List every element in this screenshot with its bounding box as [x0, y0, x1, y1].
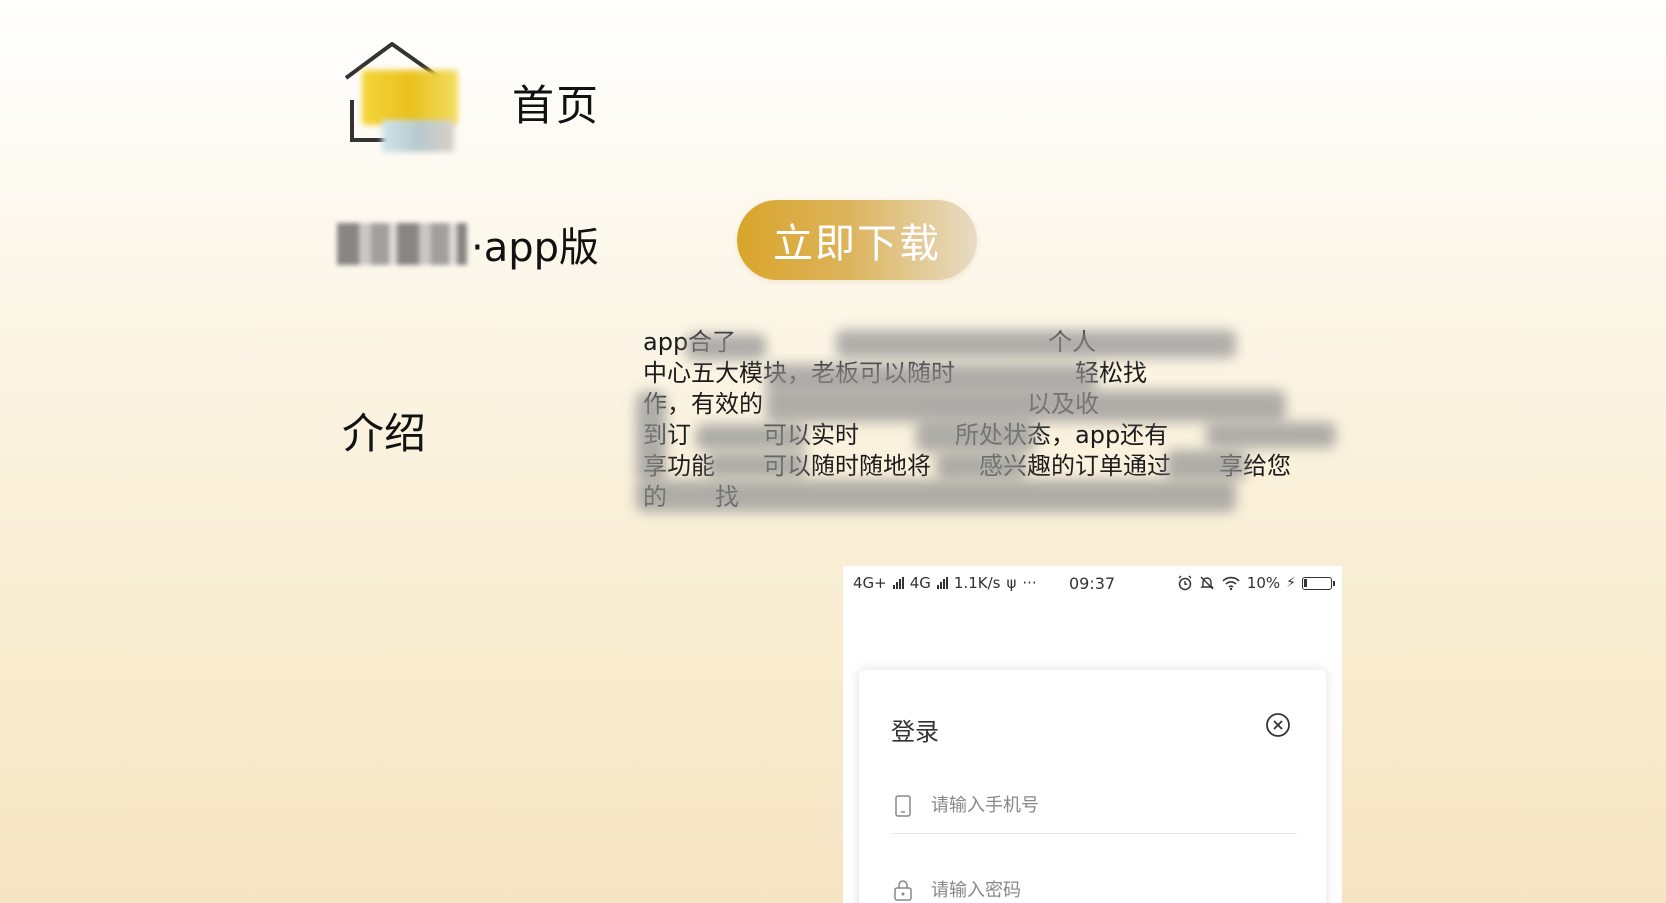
download-button[interactable]: 立即下载 — [737, 200, 977, 280]
password-input[interactable] — [931, 879, 1271, 901]
intro-line: 的 找 — [643, 483, 739, 511]
alarm-icon — [1178, 575, 1192, 591]
battery-percent: 10% — [1246, 574, 1281, 592]
net-speed: 1.1K/s — [953, 574, 1001, 592]
phone-icon — [895, 794, 911, 817]
logo-badge — [362, 70, 458, 125]
intro-line: 到订 可以实时 所处状态，app还有 — [643, 421, 1169, 449]
network-label-2: 4G — [909, 574, 931, 592]
wifi-icon — [1222, 576, 1240, 591]
usb-icon: ψ — [1006, 574, 1017, 592]
network-label: 4G+ — [853, 574, 887, 592]
signal-icon — [892, 577, 904, 589]
phone-screenshot: 4G+ 4G 1.1K/s ψ ··· 09:37 10% ⚡ 登录 — [843, 566, 1342, 903]
intro-line: 作，有效的 以及收 — [643, 390, 1099, 418]
intro-label: 介绍 — [342, 409, 427, 458]
intro-text: app合了 个人 中心五大模块，老板可以随时 轻松找 作，有效的 以及收 到订 … — [643, 327, 1343, 517]
mute-icon — [1200, 576, 1214, 590]
intro-line: app合了 个人 — [643, 328, 1097, 356]
close-icon[interactable] — [1265, 712, 1291, 738]
more-icon: ··· — [1022, 574, 1037, 592]
intro-line: 享功能 可以随时随地将 感兴趣的订单通过 享给您 — [643, 452, 1291, 480]
charging-icon: ⚡ — [1286, 575, 1296, 591]
app-name-redacted — [337, 223, 467, 265]
battery-icon — [1302, 576, 1335, 590]
phone-input[interactable] — [931, 795, 1271, 816]
status-time: 09:37 — [1069, 573, 1116, 593]
login-dialog: 登录 — [859, 670, 1326, 903]
login-title: 登录 — [891, 718, 939, 746]
logo-badge-lower — [382, 120, 454, 152]
app-name: ·app版 — [337, 216, 599, 272]
phone-field — [891, 778, 1297, 834]
lock-icon — [894, 880, 912, 901]
status-bar: 4G+ 4G 1.1K/s ψ ··· 09:37 10% ⚡ — [843, 566, 1342, 600]
intro-line: 中心五大模块，老板可以随时 轻松找 — [643, 359, 1147, 387]
app-name-suffix: ·app版 — [471, 225, 600, 271]
app-logo — [340, 40, 470, 155]
signal-icon-2 — [936, 577, 948, 589]
home-title[interactable]: 首页 — [512, 72, 600, 133]
password-field — [891, 862, 1297, 903]
